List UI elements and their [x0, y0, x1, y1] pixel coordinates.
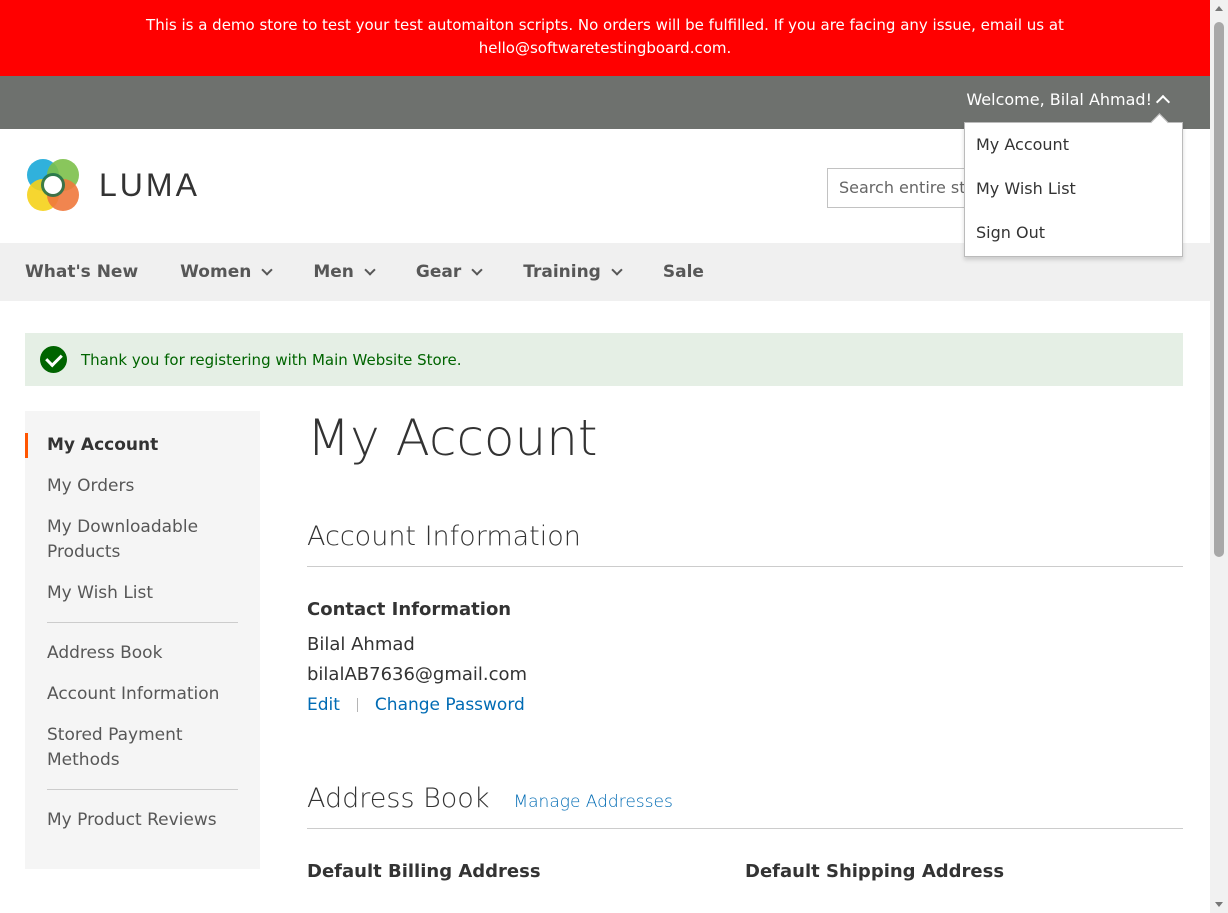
sidebar-item-wish-list[interactable]: My Wish List	[25, 581, 260, 606]
address-columns: Default Billing Address Default Shipping…	[307, 861, 1183, 882]
demo-notice-line2: hello@softwaretestingboard.com.	[478, 39, 732, 57]
demo-notice-banner: This is a demo store to test your test a…	[0, 0, 1210, 76]
nav-label: Sale	[662, 262, 704, 282]
chevron-down-icon	[261, 264, 273, 276]
success-message: Thank you for registering with Main Webs…	[25, 333, 1183, 386]
nav-item-women[interactable]: Women	[180, 262, 273, 282]
scrollbar-thumb[interactable]	[1214, 22, 1224, 557]
customer-email: bilalAB7636@gmail.com	[307, 664, 528, 685]
sidebar-item-address-book[interactable]: Address Book	[25, 641, 260, 666]
demo-notice-line1: This is a demo store to test your test a…	[146, 16, 1064, 34]
contact-actions: Edit Change Password	[307, 695, 1183, 715]
dropdown-sign-out-link[interactable]: Sign Out	[965, 211, 1182, 255]
nav-label: Gear	[415, 262, 462, 282]
sidebar-item-downloadable-products[interactable]: My Downloadable Products	[25, 515, 225, 565]
address-book-heading: Address Book Manage Addresses	[307, 783, 1183, 829]
welcome-message: Welcome, Bilal Ahmad!	[966, 90, 1152, 109]
contact-details: Bilal Ahmad bilalAB7636@gmail.com	[307, 630, 1183, 690]
chevron-down-icon	[364, 264, 376, 276]
manage-addresses-link[interactable]: Manage Addresses	[513, 792, 672, 812]
luma-logo[interactable]: LUMA	[25, 157, 200, 213]
account-information-heading: Account Information	[307, 521, 1183, 567]
contact-information-title: Contact Information	[307, 599, 512, 620]
dropdown-my-wish-list-link[interactable]: My Wish List	[965, 167, 1182, 211]
default-shipping-address-title: Default Shipping Address	[745, 861, 1005, 882]
logo-wordmark: LUMA	[99, 166, 200, 203]
nav-item-whats-new[interactable]: What's New	[25, 262, 138, 282]
nav-item-training[interactable]: Training	[523, 262, 623, 282]
page-scrollbar[interactable]	[1210, 0, 1228, 913]
success-message-text: Thank you for registering with Main Webs…	[81, 350, 462, 369]
nav-item-sale[interactable]: Sale	[663, 262, 704, 282]
nav-label: What's New	[25, 262, 139, 282]
sidebar-divider	[47, 789, 238, 790]
nav-label: Men	[313, 262, 354, 282]
customer-welcome-toggle[interactable]: Welcome, Bilal Ahmad!	[966, 90, 1171, 110]
account-main-content: My Account Account Information Contact I…	[307, 405, 1183, 882]
sidebar-item-my-account[interactable]: My Account	[25, 433, 260, 458]
sidebar-item-stored-payment-methods[interactable]: Stored Payment Methods	[25, 723, 205, 773]
chevron-up-icon	[1155, 94, 1171, 110]
sidebar-divider	[47, 622, 238, 623]
check-circle-icon	[40, 346, 67, 373]
change-password-link[interactable]: Change Password	[375, 695, 525, 715]
account-information-title: Account Information	[307, 521, 581, 552]
nav-label: Women	[180, 262, 252, 282]
page-title: My Account	[307, 409, 598, 467]
default-billing-address-title: Default Billing Address	[307, 861, 541, 882]
dropdown-my-account-link[interactable]: My Account	[965, 123, 1182, 167]
nav-item-men[interactable]: Men	[313, 262, 376, 282]
chevron-down-icon	[611, 264, 623, 276]
address-book-title: Address Book	[307, 783, 490, 814]
scroll-down-arrow-icon[interactable]	[1215, 902, 1223, 907]
luma-logo-icon	[27, 159, 79, 211]
action-separator	[356, 698, 358, 712]
nav-item-gear[interactable]: Gear	[415, 262, 483, 282]
account-sidebar: My Account My Orders My Downloadable Pro…	[25, 411, 260, 869]
chevron-down-icon	[471, 264, 483, 276]
nav-label: Training	[523, 262, 601, 282]
customer-dropdown-menu: My Account My Wish List Sign Out	[964, 122, 1183, 257]
edit-link[interactable]: Edit	[307, 695, 340, 715]
customer-name: Bilal Ahmad	[307, 634, 415, 655]
scroll-up-arrow-icon[interactable]	[1215, 6, 1223, 11]
sidebar-item-my-orders[interactable]: My Orders	[25, 474, 260, 499]
sidebar-item-product-reviews[interactable]: My Product Reviews	[25, 808, 260, 833]
sidebar-item-account-information[interactable]: Account Information	[25, 682, 260, 707]
